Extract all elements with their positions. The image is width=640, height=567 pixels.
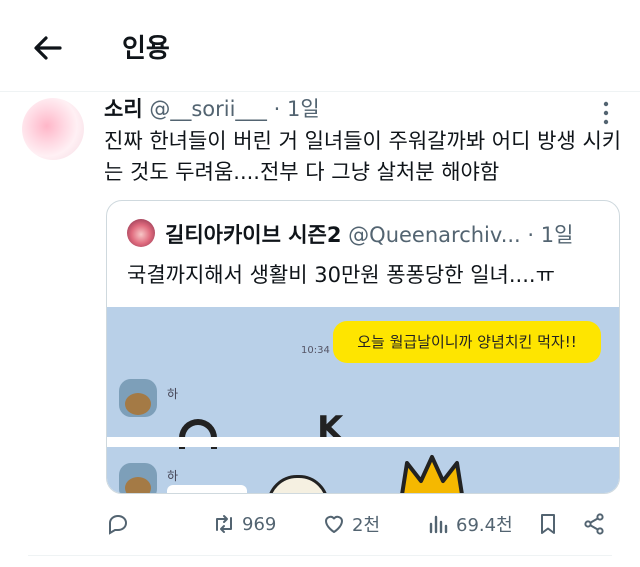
like-count: 2천 — [352, 515, 381, 536]
separator-dot: · — [527, 223, 535, 247]
views-button[interactable]: 69.4천 — [426, 506, 513, 542]
back-arrow-icon[interactable] — [30, 30, 66, 66]
chat-blank-bubble — [167, 485, 247, 493]
chat-avatar — [119, 463, 157, 493]
tweet-author-line: 소리 @__sorii___ · 1일 — [104, 93, 320, 123]
quoted-author-line: 길티아카이브 시즌2 @Queenarchiv... · 1일 — [165, 219, 573, 249]
quoted-text: 국결까지해서 생활비 30만원 퐁퐁당한 일녀....ㅠ — [127, 263, 555, 287]
views-icon — [429, 515, 448, 534]
retweet-button[interactable]: 969 — [212, 506, 276, 542]
retweet-count: 969 — [242, 513, 277, 535]
tweet-actions: 969 2천 69.4천 — [0, 506, 640, 542]
quoted-avatar[interactable] — [127, 219, 155, 247]
views-count: 69.4천 — [456, 515, 513, 536]
chat-time: 10:34 — [301, 345, 330, 356]
retweet-icon — [216, 515, 232, 533]
reply-button[interactable] — [106, 506, 136, 542]
author-handle[interactable]: @__sorii___ — [149, 97, 267, 121]
image-divider — [107, 437, 619, 447]
bear-icon — [125, 393, 151, 415]
quoted-author-name: 길티아카이브 시즌2 — [165, 223, 342, 247]
chat-bubble: 오늘 월급날이니까 양념치킨 먹자!! — [333, 321, 601, 363]
bookmark-button[interactable] — [536, 506, 560, 542]
quoted-media-image[interactable]: 오늘 월급날이니까 양념치킨 먹자!! 10:34 하 K 하 — [107, 307, 619, 493]
like-button[interactable]: 2천 — [322, 506, 380, 542]
chat-avatar — [119, 379, 157, 417]
crown-icon — [400, 455, 464, 493]
more-icon[interactable] — [600, 98, 612, 128]
bear-icon — [125, 477, 151, 493]
share-button[interactable] — [582, 506, 606, 542]
cloud-sticker — [267, 475, 329, 493]
author-name[interactable]: 소리 — [104, 97, 143, 121]
reply-icon — [109, 514, 128, 535]
quoted-tweet[interactable]: 길티아카이브 시즌2 @Queenarchiv... · 1일 국결까지해서 생… — [106, 200, 620, 494]
separator-dot: · — [273, 97, 281, 121]
quoted-author-handle: @Queenarchiv... — [348, 223, 521, 247]
like-icon — [325, 515, 343, 533]
bookmark-icon — [541, 514, 555, 534]
avatar[interactable] — [22, 98, 84, 160]
tweet-time[interactable]: 1일 — [287, 97, 320, 121]
chat-sender-name: 하 — [167, 387, 179, 401]
page-header: 인용 — [0, 0, 640, 92]
page-title: 인용 — [122, 34, 170, 64]
divider — [28, 555, 612, 556]
tweet-text: 진짜 한녀들이 버린 거 일녀들이 주워갈까봐 어디 방생 시키는 것도 두려움… — [104, 129, 622, 184]
chat-sender-name: 하 — [167, 469, 179, 483]
share-icon — [584, 513, 604, 535]
quoted-time: 1일 — [540, 223, 574, 247]
